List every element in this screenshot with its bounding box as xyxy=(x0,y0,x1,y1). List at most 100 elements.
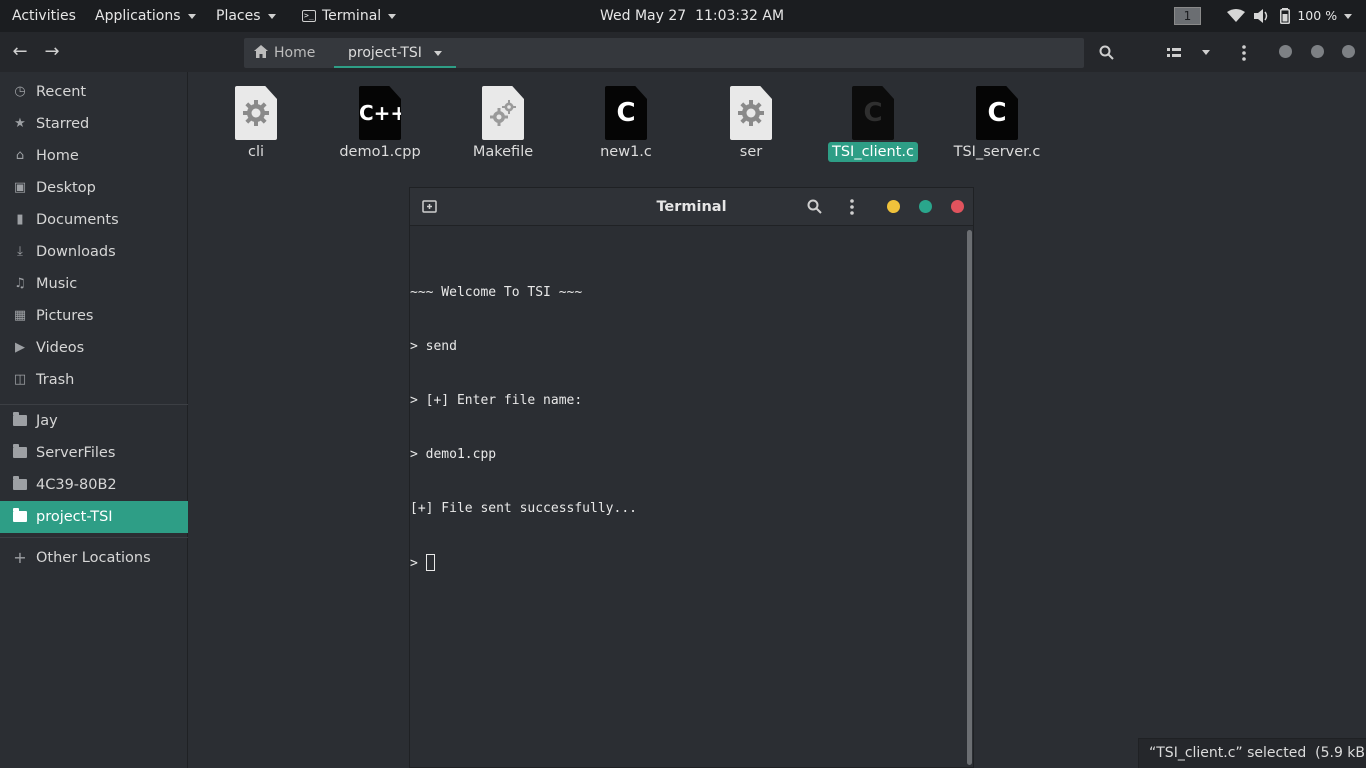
terminal-line: > send xyxy=(410,339,457,354)
sidebar-item-label: Jay xyxy=(36,413,58,429)
sidebar-item-label: Recent xyxy=(36,84,87,100)
trash-icon: ◫ xyxy=(13,372,27,387)
terminal-line: [+] File sent successfully... xyxy=(410,501,637,516)
c-file-icon: C xyxy=(852,86,894,140)
picture-icon: ▦ xyxy=(13,308,27,323)
sidebar-item-music[interactable]: ♫ Music xyxy=(0,268,188,300)
sidebar-item-label: Starred xyxy=(36,116,90,132)
file-item-ser[interactable]: ser xyxy=(696,84,806,168)
file-item-new1-c[interactable]: C new1.c xyxy=(571,84,681,168)
places-label: Places xyxy=(216,8,261,24)
terminal-icon: >_ xyxy=(302,10,316,22)
file-item-tsi-server-c[interactable]: C TSI_server.c xyxy=(942,84,1052,168)
sidebar-item-desktop[interactable]: ▣ Desktop xyxy=(0,172,188,204)
view-list-button[interactable] xyxy=(1162,40,1186,64)
terminal-maximize-button[interactable] xyxy=(919,200,932,213)
menu-button[interactable] xyxy=(1232,40,1256,64)
folder-icon xyxy=(12,469,28,501)
file-item-cli[interactable]: cli xyxy=(201,84,311,168)
terminal-scrollbar[interactable] xyxy=(967,230,972,765)
file-name: new1.c xyxy=(600,144,652,160)
sidebar-item-label: project-TSI xyxy=(36,509,113,525)
folder-icon xyxy=(12,501,28,533)
home-icon xyxy=(254,45,268,58)
back-button[interactable]: ← xyxy=(7,40,33,64)
chevron-down-icon xyxy=(1202,50,1210,55)
sidebar-item-label: Home xyxy=(36,148,79,164)
music-icon: ♫ xyxy=(14,276,26,291)
terminal-line: ~~~ Welcome To TSI ~~~ xyxy=(410,285,583,300)
terminal-app-label: Terminal xyxy=(322,8,382,24)
sidebar-item-documents[interactable]: ▮ Documents xyxy=(0,204,188,236)
terminal-cursor xyxy=(425,554,435,571)
search-icon xyxy=(807,199,822,214)
sidebar: ◷ Recent ★ Starred ⌂ Home ▣ Desktop ▮ Documen… xyxy=(0,72,188,768)
path-home-label: Home xyxy=(274,45,316,61)
sidebar-item-videos[interactable]: ▶ Videos xyxy=(0,332,188,364)
file-name: TSI_server.c xyxy=(953,144,1041,160)
sidebar-item-label: Desktop xyxy=(36,180,96,196)
file-item-tsi-client-c[interactable]: C TSI_client.c xyxy=(818,84,928,168)
view-options-button[interactable] xyxy=(1194,40,1218,64)
folder-icon xyxy=(12,437,28,469)
places-menu[interactable]: Places xyxy=(216,0,276,32)
workspace-indicator[interactable]: 1 xyxy=(1174,7,1201,25)
search-button[interactable] xyxy=(1094,40,1118,64)
system-status-menu[interactable]: 100 % xyxy=(1227,0,1353,32)
file-name: ser xyxy=(739,144,763,160)
sidebar-item-downloads[interactable]: ⤓ Downloads xyxy=(0,236,188,268)
terminal-titlebar[interactable]: Terminal xyxy=(410,188,973,226)
sidebar-item-label: Other Locations xyxy=(36,550,151,566)
sidebar-item-other-locations[interactable]: + Other Locations xyxy=(0,542,188,574)
chevron-down-icon xyxy=(1344,13,1353,19)
terminal-prompt: > xyxy=(410,556,426,571)
c-file-icon: C xyxy=(605,86,647,140)
sidebar-divider xyxy=(0,537,188,538)
plus-icon: + xyxy=(13,548,27,567)
sidebar-item-recent[interactable]: ◷ Recent xyxy=(0,76,188,108)
sidebar-item-label: Videos xyxy=(36,340,85,356)
minimize-button[interactable] xyxy=(1279,45,1292,58)
sidebar-item-label: ServerFiles xyxy=(36,445,116,461)
file-item-makefile[interactable]: Makefile xyxy=(448,84,558,168)
applications-menu[interactable]: Applications xyxy=(95,0,196,32)
terminal-output[interactable]: ~~~ Welcome To TSI ~~~ > send > [+] Ente… xyxy=(410,248,965,609)
file-item-demo1-cpp[interactable]: C++ demo1.cpp xyxy=(325,84,435,168)
terminal-minimize-button[interactable] xyxy=(887,200,900,213)
sidebar-item-label: Documents xyxy=(36,212,119,228)
forward-button[interactable]: → xyxy=(39,40,65,64)
file-name: TSI_client.c xyxy=(818,142,928,162)
path-current-button[interactable]: project-TSI xyxy=(334,38,456,68)
battery-icon xyxy=(1279,8,1290,24)
terminal-app-menu[interactable]: >_ Terminal xyxy=(302,0,397,32)
document-icon: ▮ xyxy=(16,212,24,227)
sidebar-item-4c39-80b2[interactable]: 4C39-80B2 xyxy=(0,469,188,501)
sidebar-item-project-tsi[interactable]: project-TSI xyxy=(0,501,188,533)
kebab-menu-icon xyxy=(1242,44,1246,61)
sidebar-item-serverfiles[interactable]: ServerFiles xyxy=(0,437,188,469)
sidebar-item-starred[interactable]: ★ Starred xyxy=(0,108,188,140)
close-button[interactable] xyxy=(1342,45,1355,58)
desktop-icon: ▣ xyxy=(13,180,27,195)
clock[interactable]: Wed May 27 11:03:32 AM xyxy=(600,0,784,32)
file-name: cli xyxy=(247,144,265,160)
sidebar-item-label: Downloads xyxy=(36,244,116,260)
sidebar-item-home[interactable]: ⌂ Home xyxy=(0,140,188,172)
star-icon: ★ xyxy=(14,116,26,131)
video-icon: ▶ xyxy=(15,340,25,355)
clock-label: Wed May 27 11:03:32 AM xyxy=(600,8,785,24)
terminal-menu-button[interactable] xyxy=(850,199,854,219)
maximize-button[interactable] xyxy=(1311,45,1324,58)
sidebar-item-jay[interactable]: Jay xyxy=(0,405,188,437)
sidebar-item-trash[interactable]: ◫ Trash xyxy=(0,364,188,396)
activities-button[interactable]: Activities xyxy=(12,0,76,32)
path-home-button[interactable]: Home xyxy=(254,38,315,68)
sidebar-item-pictures[interactable]: ▦ Pictures xyxy=(0,300,188,332)
chevron-down-icon xyxy=(433,50,442,56)
wifi-icon xyxy=(1227,9,1245,22)
arrow-left-icon: ← xyxy=(12,41,28,62)
terminal-window[interactable]: Terminal ~~~ Welcome To TSI ~~~ > send >… xyxy=(409,187,974,768)
download-icon: ⤓ xyxy=(17,244,23,259)
terminal-close-button[interactable] xyxy=(951,200,964,213)
terminal-search-button[interactable] xyxy=(807,199,822,218)
